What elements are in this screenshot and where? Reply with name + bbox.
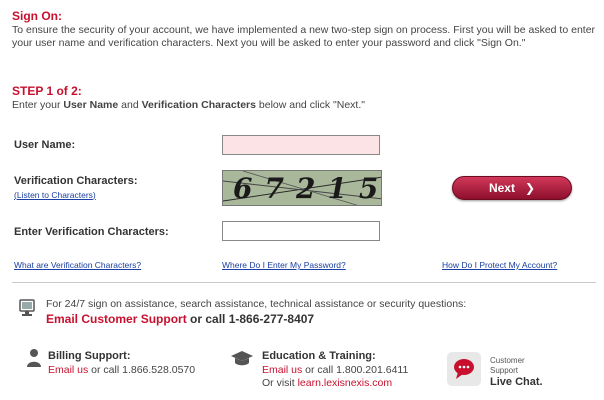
where-enter-password-link[interactable]: Where Do I Enter My Password? xyxy=(222,260,346,270)
general-support-text: For 24/7 sign on assistance, search assi… xyxy=(46,298,467,310)
captcha-image: 67215 xyxy=(222,170,382,206)
live-chat-text[interactable]: Customer Support Live Chat. xyxy=(490,356,543,389)
next-button[interactable]: Next ❯ xyxy=(452,176,572,200)
captcha-characters: 67215 xyxy=(233,172,382,205)
username-label: User Name: xyxy=(14,139,76,151)
education-contact: Email us or call 1.800.201.6411 xyxy=(262,364,409,376)
verification-label: Verification Characters: xyxy=(14,175,138,187)
step-description: Enter your User Name and Verification Ch… xyxy=(12,99,365,111)
chevron-right-icon: ❯ xyxy=(524,181,536,195)
what-are-verification-link[interactable]: What are Verification Characters? xyxy=(14,260,141,270)
sign-on-intro: To ensure the security of your account, … xyxy=(12,24,596,49)
education-email-link[interactable]: Email us xyxy=(262,364,302,376)
billing-support-contact: Email us or call 1.866.528.0570 xyxy=(48,364,196,376)
verification-input[interactable] xyxy=(222,221,380,241)
person-icon xyxy=(26,348,42,368)
general-support-contact: Email Customer Support or call 1-866-277… xyxy=(46,312,315,326)
username-input[interactable] xyxy=(222,135,380,155)
graduation-cap-icon xyxy=(230,349,254,367)
step-heading: STEP 1 of 2: xyxy=(12,84,82,98)
education-training-title: Education & Training: xyxy=(262,350,376,362)
learn-lexisnexis-link[interactable]: learn.lexisnexis.com xyxy=(298,377,393,389)
education-visit: Or visit learn.lexisnexis.com xyxy=(262,377,393,389)
sign-on-heading: Sign On: xyxy=(12,9,62,23)
email-customer-support-link[interactable]: Email Customer Support xyxy=(46,312,187,326)
enter-verification-label: Enter Verification Characters: xyxy=(14,226,169,238)
listen-to-characters-link[interactable]: (Listen to Characters) xyxy=(14,190,96,200)
computer-icon xyxy=(18,299,36,319)
divider xyxy=(12,282,596,283)
billing-email-link[interactable]: Email us xyxy=(48,364,88,376)
live-chat-icon[interactable] xyxy=(447,352,481,386)
billing-support-title: Billing Support: xyxy=(48,350,131,362)
how-protect-account-link[interactable]: How Do I Protect My Account? xyxy=(442,260,557,270)
